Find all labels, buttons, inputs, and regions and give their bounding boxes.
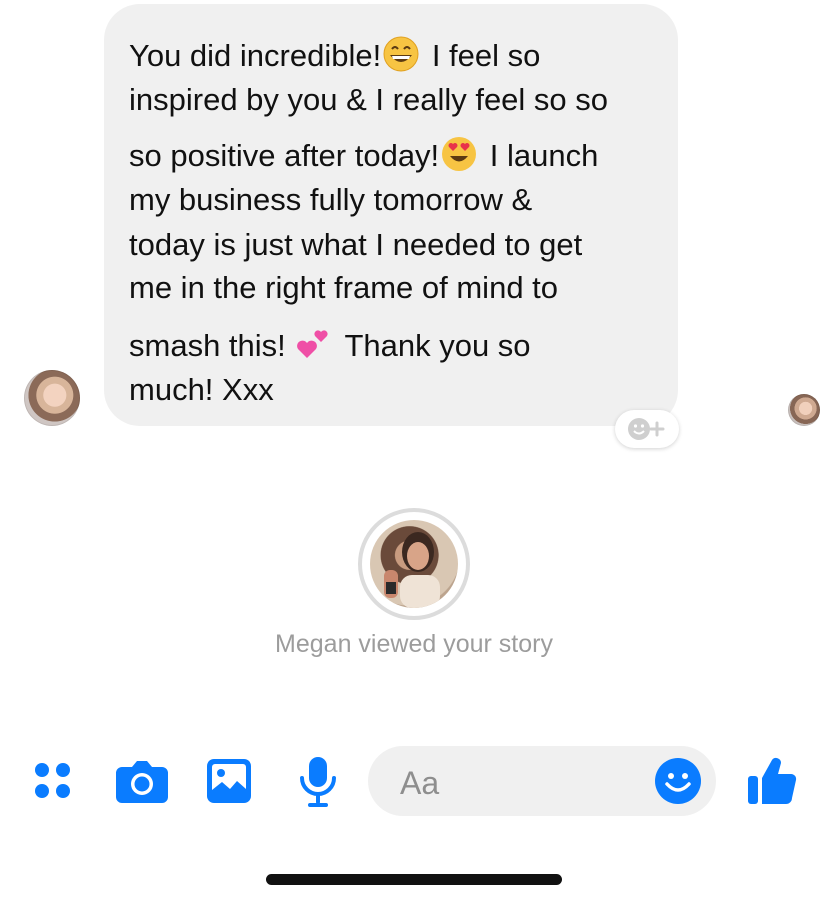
story-viewed-caption: Megan viewed your story <box>275 630 553 658</box>
two-hearts-emoji <box>296 326 332 362</box>
message-line: much! Xxx <box>129 372 274 407</box>
microphone-icon[interactable] <box>299 756 337 808</box>
message-line: my business fully tomorrow & <box>129 182 533 217</box>
home-indicator[interactable] <box>266 874 562 885</box>
thumbs-up-icon[interactable] <box>746 754 798 806</box>
grinning-face-emoji <box>383 36 419 72</box>
story-thumbnail[interactable] <box>358 508 470 620</box>
story-image <box>370 520 458 608</box>
read-receipt-avatar <box>788 394 820 426</box>
image-icon[interactable] <box>206 758 252 804</box>
message-line: inspired by you & I really feel so so <box>129 82 609 117</box>
camera-icon[interactable] <box>116 757 168 805</box>
message-line: so positive after today! I launch <box>129 136 599 173</box>
message-line: smash this! Thank you so <box>129 326 531 363</box>
four-dots-icon[interactable] <box>32 760 76 804</box>
sender-avatar[interactable] <box>24 370 80 426</box>
add-reaction-button[interactable] <box>615 410 679 448</box>
message-input-placeholder: Aa <box>400 765 440 801</box>
add-reaction-icon <box>628 418 665 440</box>
message-line: me in the right frame of mind to <box>129 270 559 305</box>
message-bubble[interactable]: You did incredible! I feel so inspired b… <box>104 4 678 426</box>
heart-eyes-emoji <box>441 136 477 172</box>
smiley-icon[interactable] <box>654 757 702 805</box>
message-line: You did incredible! I feel so <box>129 36 541 73</box>
message-input[interactable]: Aa <box>368 746 716 816</box>
message-line: today is just what I needed to get <box>129 227 583 262</box>
